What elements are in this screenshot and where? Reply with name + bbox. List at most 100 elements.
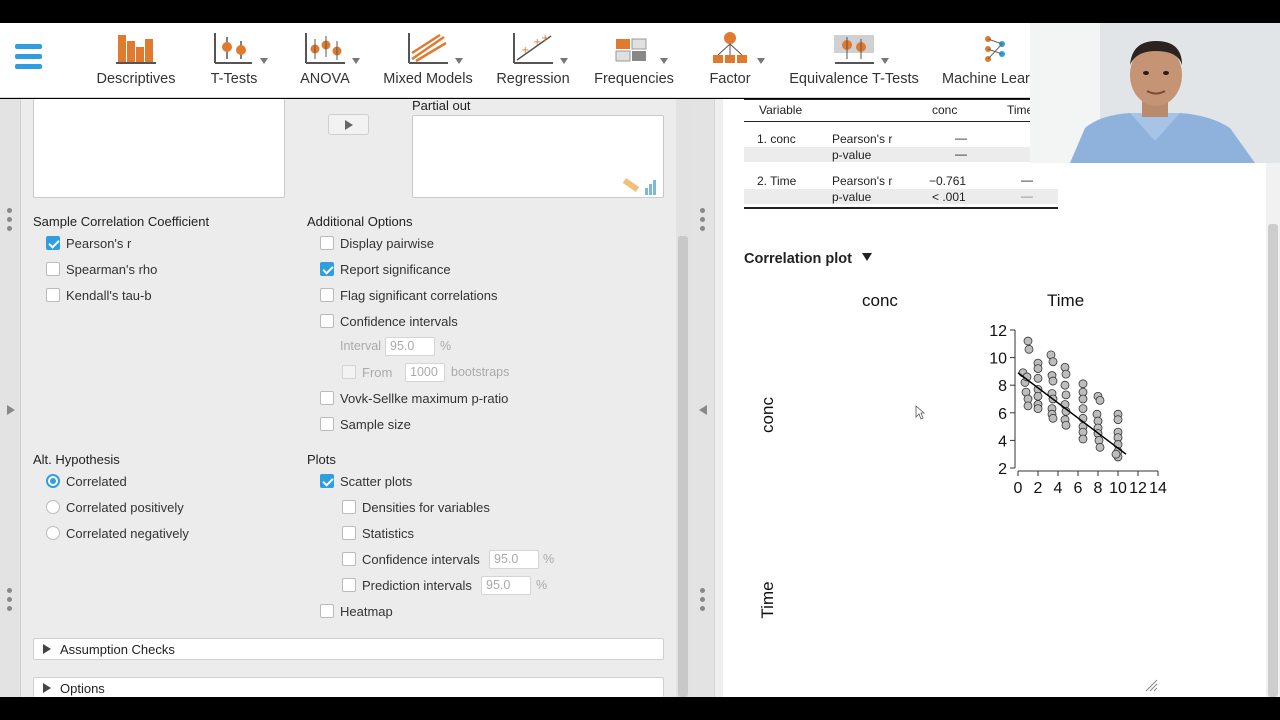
regression-line — [1017, 372, 1127, 455]
interval-percent: % — [440, 339, 452, 353]
variables-list[interactable] — [33, 99, 285, 198]
vovk-sellke-label: Vovk-Sellke maximum p-ratio — [340, 391, 509, 406]
expand-left-icon[interactable] — [7, 405, 15, 415]
checkbox-icon — [342, 500, 356, 514]
mixed-models-chevron-down-icon[interactable] — [455, 58, 463, 64]
from-label: From — [362, 365, 393, 380]
ribbon-factor[interactable]: Factor — [700, 29, 760, 91]
bootstraps-input[interactable]: 1000 — [405, 363, 445, 382]
x-tick-label: 0 — [1014, 480, 1023, 497]
heatmap-label: Heatmap — [340, 604, 393, 619]
scatter-point — [1061, 390, 1071, 400]
regression-chevron-down-icon[interactable] — [560, 58, 568, 64]
svg-text:+: + — [541, 33, 549, 44]
t-tests-chevron-down-icon[interactable] — [260, 58, 268, 64]
ribbon-machine-learning[interactable]: Machine Lear — [940, 29, 1030, 91]
partial-out-list[interactable] — [412, 115, 664, 198]
equivalence-chevron-down-icon[interactable] — [881, 58, 889, 64]
y-tick-label: 6 — [998, 406, 1007, 423]
expand-icon — [43, 683, 51, 693]
y-tick-label: 10 — [989, 351, 1007, 368]
svg-text:+: + — [521, 45, 529, 56]
mixed-models-icon — [408, 33, 448, 64]
x-tick-label: 4 — [1054, 480, 1063, 497]
y-tick-label: 4 — [998, 433, 1007, 450]
resize-grip-icon[interactable] — [1144, 678, 1158, 692]
scatter-plots-label: Scatter plots — [340, 474, 413, 489]
checkbox-icon — [342, 365, 356, 379]
scatter-point — [1033, 364, 1043, 374]
scatter-point — [1061, 420, 1071, 430]
matrix-row-label-time: Time — [758, 581, 777, 619]
section-label: Options — [60, 681, 105, 696]
plots-heading: Plots — [307, 452, 336, 467]
radio-icon — [46, 526, 60, 540]
presenter-video-image — [1030, 23, 1280, 163]
partial-out-label: Partial out — [412, 98, 471, 113]
correlation-plot-title[interactable]: Correlation plot — [744, 251, 872, 267]
options-scrollbar-thumb[interactable] — [678, 236, 688, 697]
matrix-col-label-time: Time — [1047, 291, 1085, 310]
x-tick-label: 10 — [1109, 480, 1127, 497]
plot-confidence-input[interactable]: 95.0 — [489, 550, 539, 569]
checkbox-icon — [320, 236, 334, 250]
checkbox-icon — [342, 578, 356, 592]
drag-handle-icon[interactable] — [700, 588, 706, 612]
factor-chevron-down-icon[interactable] — [757, 58, 765, 64]
machine-learning-icon — [985, 36, 1005, 62]
chevron-down-icon — [861, 253, 872, 261]
results-scrollbar-thumb[interactable] — [1268, 224, 1278, 697]
options-section[interactable]: Options — [33, 677, 664, 697]
menu-icon[interactable] — [15, 44, 42, 74]
table-cell: p-value — [832, 190, 872, 204]
drag-handle-icon[interactable] — [7, 208, 13, 232]
bootstraps-label: bootstraps — [451, 365, 510, 379]
statistics-label: Statistics — [362, 526, 415, 541]
hypothesis-heading: Alt. Hypothesis — [33, 452, 120, 467]
radio-selected-icon — [46, 474, 60, 488]
ribbon-anova[interactable]: ANOVA — [295, 29, 355, 91]
assumption-checks-section[interactable]: Assumption Checks — [33, 638, 664, 660]
correlated-positively-label: Correlated positively — [66, 500, 184, 515]
ribbon-label: Factor — [709, 71, 751, 87]
move-to-partial-out-button[interactable] — [328, 114, 369, 135]
drag-handle-icon[interactable] — [700, 208, 706, 232]
ribbon-t-tests[interactable]: T-Tests — [203, 29, 265, 91]
scatter-plot: 246810120 2 4 6 8 10 12 14 — [989, 323, 1167, 497]
checkbox-icon — [320, 391, 334, 405]
checkbox-icon — [342, 552, 356, 566]
table-bottom-rule — [744, 207, 1058, 209]
y-tick-label: 2 — [998, 461, 1007, 478]
correlated-negatively-label: Correlated negatively — [66, 526, 189, 541]
ribbon-equivalence-t-tests[interactable]: Equivalence T-Tests — [785, 29, 923, 91]
y-tick-label: 8 — [998, 378, 1007, 395]
pearson-label: Pearson's r — [66, 236, 132, 251]
regression-icon: + + + — [513, 33, 553, 64]
prediction-input[interactable]: 95.0 — [481, 576, 531, 595]
ribbon-descriptives[interactable]: Descriptives — [92, 29, 180, 91]
scatter-point — [1023, 336, 1033, 346]
results-panel-edge — [715, 99, 723, 697]
ribbon-label: T-Tests — [210, 71, 258, 87]
table-header-conc: conc — [932, 103, 958, 117]
ribbon-label: ANOVA — [300, 71, 350, 87]
drag-handle-icon[interactable] — [7, 588, 13, 612]
prediction-percent: % — [536, 578, 548, 592]
table-row-shade — [744, 189, 1058, 204]
collapse-results-icon[interactable] — [699, 405, 707, 415]
sample-size-label: Sample size — [340, 417, 411, 432]
spearman-label: Spearman's rho — [66, 262, 158, 277]
x-tick-label: 14 — [1149, 480, 1167, 497]
frequencies-chevron-down-icon[interactable] — [660, 58, 668, 64]
correlation-plot-title-text: Correlation plot — [744, 251, 852, 267]
interval-input[interactable]: 95.0 — [385, 337, 435, 356]
expand-icon — [43, 644, 51, 654]
scatter-point — [1048, 376, 1058, 386]
scale-ruler-icon — [622, 177, 656, 195]
anova-icon — [305, 33, 345, 64]
table-cell: — — [1021, 189, 1033, 203]
anova-chevron-down-icon[interactable] — [352, 58, 360, 64]
matrix-col-label-conc: conc — [862, 291, 898, 310]
checkbox-checked-icon — [320, 474, 334, 488]
section-label: Assumption Checks — [60, 642, 175, 657]
